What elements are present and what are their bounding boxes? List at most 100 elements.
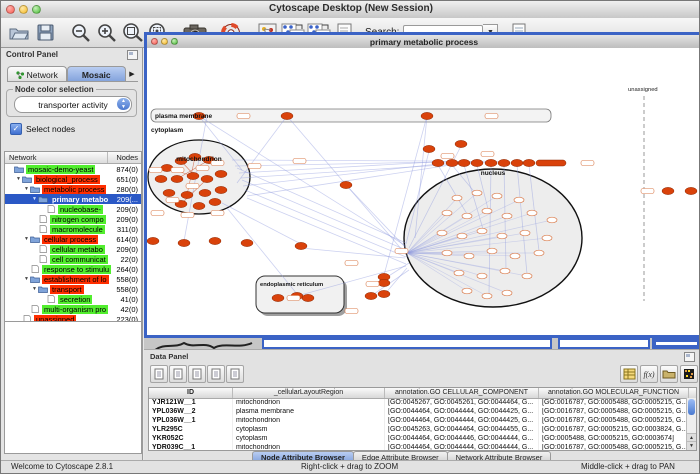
orange-node[interactable] bbox=[178, 239, 190, 246]
orange-node[interactable] bbox=[458, 159, 470, 166]
edge[interactable] bbox=[245, 190, 406, 257]
zoom-out-icon[interactable] bbox=[69, 21, 93, 45]
orange-node[interactable] bbox=[340, 181, 352, 188]
copy-attributes-icon[interactable] bbox=[169, 365, 187, 383]
nucleus-node[interactable] bbox=[462, 213, 472, 219]
nucleus-node[interactable] bbox=[500, 268, 510, 274]
expand-arrow-icon[interactable]: ▼ bbox=[23, 236, 30, 242]
node-label-box[interactable] bbox=[181, 213, 194, 218]
orange-node[interactable] bbox=[201, 175, 213, 182]
edge[interactable] bbox=[346, 185, 406, 248]
zoom-fit-icon[interactable] bbox=[121, 21, 145, 45]
tree-row[interactable]: cellular metabo209(0) bbox=[5, 244, 141, 254]
expand-arrow-icon[interactable]: ▼ bbox=[23, 186, 30, 192]
nucleus-node[interactable] bbox=[487, 248, 497, 254]
orange-node[interactable] bbox=[523, 159, 535, 166]
table-row[interactable]: YPL036W__2plasma membrane[GO:0044464, GO… bbox=[149, 408, 696, 417]
nucleus-node[interactable] bbox=[437, 230, 447, 236]
nucleus-node[interactable] bbox=[464, 253, 474, 259]
tree-row[interactable]: macromolecule311(0) bbox=[5, 224, 141, 234]
tree-row[interactable]: ▼primary metabo209(... bbox=[5, 194, 141, 204]
node-label-box[interactable] bbox=[171, 168, 184, 173]
node-label-box[interactable] bbox=[166, 198, 179, 203]
orange-node-group[interactable] bbox=[536, 160, 566, 166]
node-label-box[interactable] bbox=[441, 154, 454, 159]
table-row[interactable]: YLR295Ccytoplasm[GO:0045263, GO:0044464,… bbox=[149, 426, 696, 435]
orange-node[interactable] bbox=[662, 187, 674, 194]
tree-row[interactable]: multi-organism pro42(0) bbox=[5, 304, 141, 314]
orange-node[interactable] bbox=[455, 140, 467, 147]
orange-node[interactable] bbox=[241, 239, 253, 246]
orange-node[interactable] bbox=[295, 242, 307, 249]
orange-node[interactable] bbox=[432, 159, 444, 166]
node-label-box[interactable] bbox=[345, 261, 358, 266]
tree-row[interactable]: ▼transport558(0) bbox=[5, 284, 141, 294]
column-select-icon[interactable] bbox=[207, 365, 225, 383]
node-label-box[interactable] bbox=[395, 249, 408, 254]
edge[interactable] bbox=[222, 203, 301, 244]
table-scrollbar[interactable]: ▲ ▼ bbox=[686, 398, 696, 450]
orange-node[interactable] bbox=[446, 159, 458, 166]
edge[interactable] bbox=[232, 160, 438, 161]
node-label-box[interactable] bbox=[485, 114, 498, 119]
tree-row[interactable]: nucleobase-209(0) bbox=[5, 204, 141, 214]
orange-node[interactable] bbox=[498, 159, 510, 166]
node-label-box[interactable] bbox=[196, 166, 209, 171]
expand-arrow-icon[interactable]: ▼ bbox=[31, 286, 38, 292]
node-label-box[interactable] bbox=[149, 168, 162, 173]
scroll-down-icon[interactable]: ▼ bbox=[687, 441, 696, 450]
expand-arrow-icon[interactable]: ▼ bbox=[23, 276, 30, 282]
orange-node[interactable] bbox=[181, 191, 193, 198]
edge[interactable] bbox=[242, 180, 406, 250]
column-header[interactable]: ID bbox=[149, 388, 233, 398]
orange-node[interactable] bbox=[378, 290, 390, 297]
nucleus-node[interactable] bbox=[542, 235, 552, 241]
network-overview-panel[interactable] bbox=[4, 321, 142, 454]
network-view-titlebar[interactable]: primary metabolic process bbox=[147, 35, 700, 49]
nucleus-node[interactable] bbox=[442, 250, 452, 256]
heatmap-icon[interactable] bbox=[680, 365, 698, 383]
nucleus-node[interactable] bbox=[492, 193, 502, 199]
import-attributes-icon[interactable] bbox=[660, 365, 678, 383]
table-mode-icon[interactable] bbox=[620, 365, 638, 383]
expand-arrow-icon[interactable]: ▼ bbox=[31, 196, 38, 202]
node-label-box[interactable] bbox=[248, 164, 261, 169]
node-label-box[interactable] bbox=[581, 161, 594, 166]
orange-node[interactable] bbox=[155, 175, 167, 182]
tree-row[interactable]: ▼metabolic process280(0) bbox=[5, 184, 141, 194]
orange-node[interactable] bbox=[199, 189, 211, 196]
nucleus-node[interactable] bbox=[472, 190, 482, 196]
nucleus-node[interactable] bbox=[502, 213, 512, 219]
orange-node[interactable] bbox=[302, 294, 314, 301]
node-label-box[interactable] bbox=[481, 152, 494, 157]
node-label-box[interactable] bbox=[293, 159, 306, 164]
orange-node[interactable] bbox=[209, 198, 221, 205]
table-row[interactable]: YJR121W__1mitochondrion[GO:0045267, GO:0… bbox=[149, 399, 696, 408]
table-row[interactable]: YKR052Ccytoplasm[GO:0044464, GO:0044446,… bbox=[149, 435, 696, 444]
background-window-3[interactable] bbox=[652, 338, 700, 349]
nucleus-node[interactable] bbox=[462, 288, 472, 294]
orange-node[interactable] bbox=[485, 159, 497, 166]
nucleus-node[interactable] bbox=[482, 208, 492, 214]
open-icon[interactable] bbox=[7, 21, 31, 45]
nucleus-node[interactable] bbox=[452, 195, 462, 201]
tree-row[interactable]: secretion41(0) bbox=[5, 294, 141, 304]
zoom-in-icon[interactable] bbox=[95, 21, 119, 45]
scrollbar-thumb[interactable] bbox=[688, 399, 695, 415]
data-panel-float-icon[interactable] bbox=[684, 352, 695, 362]
tree-col-nodes[interactable]: Nodes bbox=[108, 152, 141, 163]
tab-mosaic[interactable]: Mosaic bbox=[67, 66, 127, 81]
orange-node[interactable] bbox=[171, 175, 183, 182]
function-builder-icon[interactable]: f(x) bbox=[640, 365, 658, 383]
nucleus-node[interactable] bbox=[457, 233, 467, 239]
orange-node[interactable] bbox=[685, 187, 697, 194]
column-header[interactable]: _cellularLayoutRegion bbox=[233, 388, 385, 398]
float-panel-icon[interactable] bbox=[127, 50, 138, 60]
nucleus-node[interactable] bbox=[514, 197, 524, 203]
nucleus-node[interactable] bbox=[454, 270, 464, 276]
new-attribute-icon[interactable] bbox=[188, 365, 206, 383]
nucleus-node[interactable] bbox=[547, 217, 557, 223]
orange-node[interactable] bbox=[378, 279, 390, 286]
expand-arrow-icon[interactable]: ▼ bbox=[15, 176, 22, 182]
nucleus-node[interactable] bbox=[482, 293, 492, 299]
